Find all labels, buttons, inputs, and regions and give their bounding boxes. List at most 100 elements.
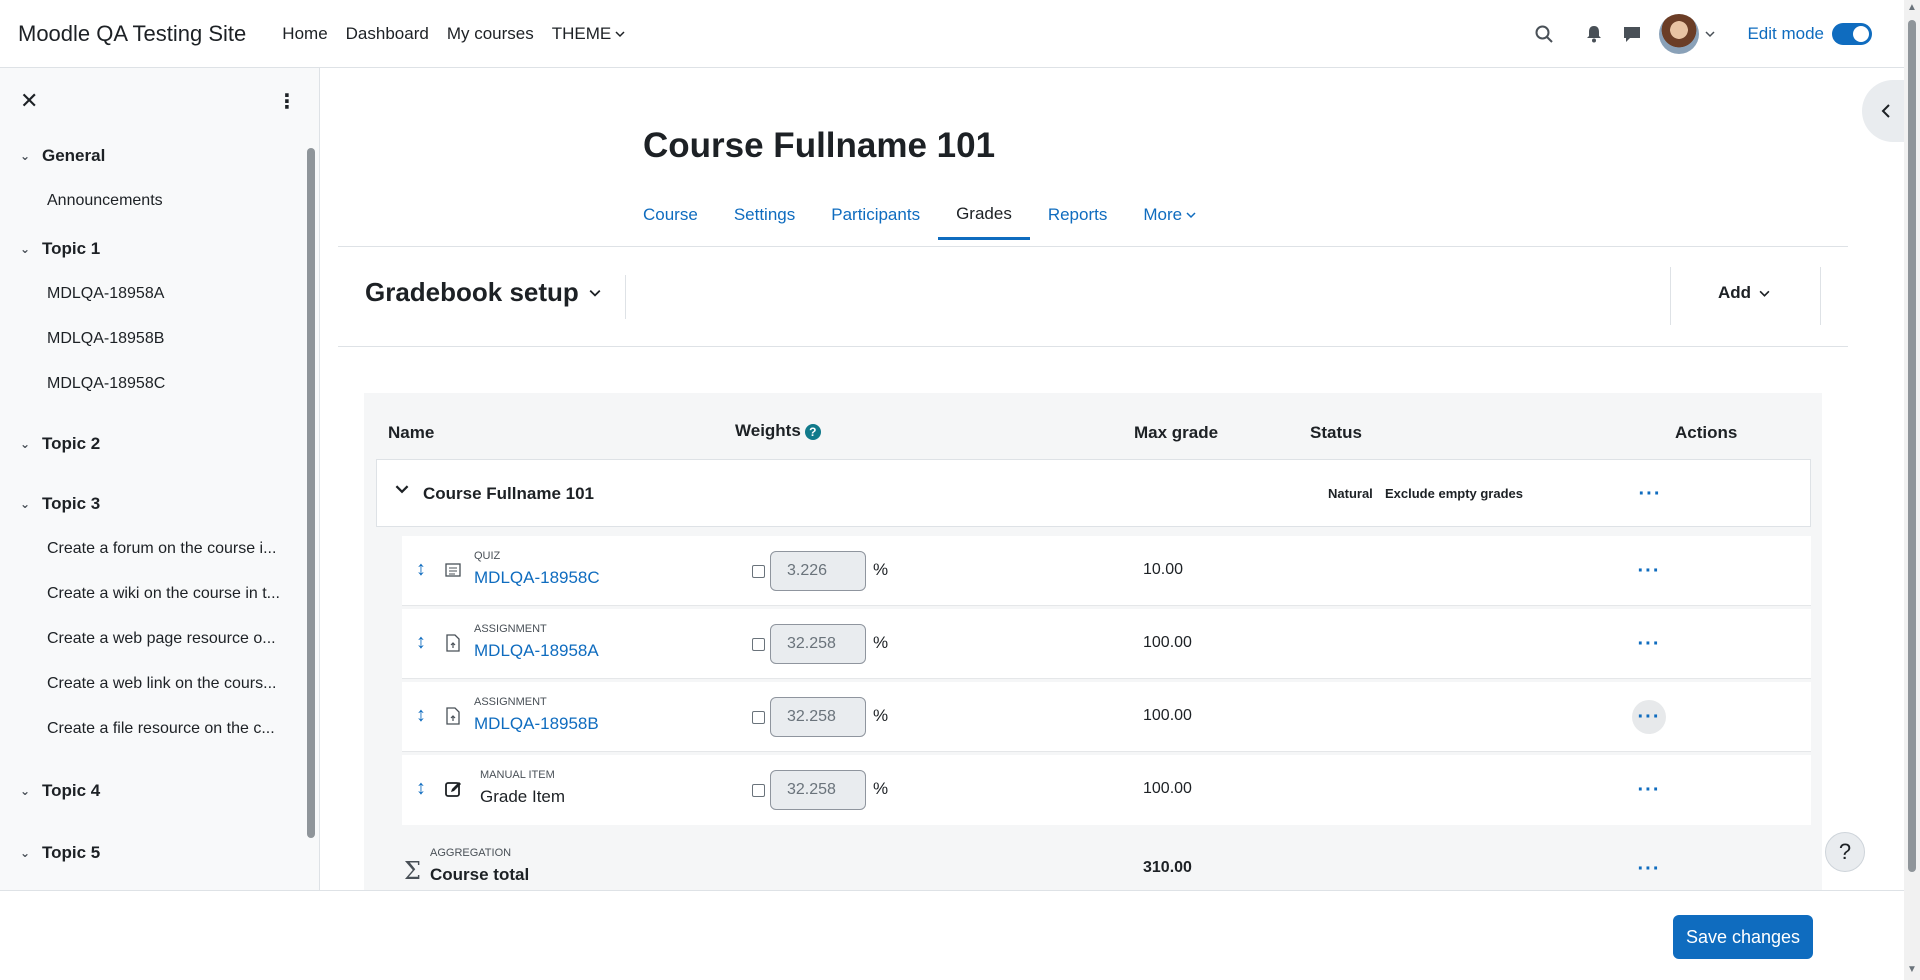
weight-override-checkbox[interactable] bbox=[752, 638, 765, 651]
nav-theme-menu[interactable]: THEME bbox=[552, 24, 626, 44]
move-icon[interactable]: ↕ bbox=[416, 704, 426, 727]
section-header[interactable]: ⌄ Topic 3 bbox=[20, 482, 319, 526]
help-icon[interactable]: ? bbox=[804, 423, 821, 440]
grade-item-link[interactable]: MDLQA-18958C bbox=[474, 568, 600, 588]
move-icon[interactable]: ↕ bbox=[416, 631, 426, 654]
kebab-menu-icon[interactable]: ⋮ bbox=[277, 89, 297, 114]
move-icon[interactable]: ↕ bbox=[416, 558, 426, 581]
drawer-item[interactable]: MDLQA-18958B bbox=[20, 316, 292, 361]
section-title: Topic 2 bbox=[42, 434, 101, 453]
drawer-item[interactable]: Create a wiki on the course in t... bbox=[20, 571, 292, 616]
actions-menu-icon[interactable]: ··· bbox=[1632, 852, 1666, 886]
page-scrollbar[interactable]: ▲ ▼ bbox=[1904, 0, 1920, 980]
user-menu-chevron-icon[interactable] bbox=[1699, 23, 1721, 45]
chevron-down-icon[interactable]: ⌄ bbox=[20, 242, 34, 256]
edit-mode-label: Edit mode bbox=[1747, 24, 1824, 43]
chevron-down-icon[interactable] bbox=[395, 482, 409, 496]
drawer-item[interactable]: Create a file resource on the c... bbox=[20, 706, 292, 751]
weight-input[interactable]: 3.226 bbox=[770, 551, 866, 591]
chevron-down-icon[interactable]: ⌄ bbox=[20, 784, 34, 798]
nav-dashboard[interactable]: Dashboard bbox=[346, 24, 429, 44]
section-title: Topic 1 bbox=[42, 239, 101, 258]
scrollbar-thumb[interactable] bbox=[307, 148, 315, 838]
drawer-section-topic-1: ⌄ Topic 1 MDLQA-18958A MDLQA-18958B MDLQ… bbox=[20, 227, 319, 406]
edit-mode-toggle[interactable] bbox=[1832, 23, 1872, 45]
max-grade-value: 100.00 bbox=[1143, 634, 1192, 651]
secondary-navigation: Course Settings Participants Grades Repo… bbox=[643, 190, 1214, 240]
save-changes-button[interactable]: Save changes bbox=[1673, 915, 1813, 959]
nav-home[interactable]: Home bbox=[282, 24, 327, 44]
category-row: Course Fullname 101 Natural Exclude empt… bbox=[376, 459, 1811, 527]
section-header[interactable]: ⌄ General bbox=[20, 134, 319, 178]
section-header[interactable]: ⌄ Topic 4 bbox=[20, 769, 319, 813]
drawer-item[interactable]: MDLQA-18958C bbox=[20, 361, 292, 406]
close-icon[interactable]: ✕ bbox=[20, 88, 38, 114]
nav-my-courses[interactable]: My courses bbox=[447, 24, 534, 44]
drawer-scrollbar[interactable] bbox=[307, 148, 315, 848]
section-header[interactable]: ⌄ Topic 5 bbox=[20, 831, 319, 875]
scroll-up-arrow-icon[interactable]: ▲ bbox=[1907, 2, 1917, 13]
chevron-down-icon bbox=[589, 289, 601, 297]
chevron-down-icon bbox=[1759, 290, 1770, 297]
add-button[interactable]: Add bbox=[1718, 283, 1770, 303]
tab-reports[interactable]: Reports bbox=[1030, 190, 1126, 240]
drawer-item[interactable]: Create a web link on the cours... bbox=[20, 661, 292, 706]
actions-menu-icon[interactable]: ··· bbox=[1633, 477, 1667, 511]
tab-settings[interactable]: Settings bbox=[716, 190, 813, 240]
chevron-down-icon[interactable]: ⌄ bbox=[20, 846, 34, 860]
drawer-header: ✕ ⋮ bbox=[0, 68, 319, 134]
site-brand[interactable]: Moodle QA Testing Site bbox=[18, 21, 246, 47]
scrollbar-thumb[interactable] bbox=[1908, 20, 1916, 872]
scroll-down-arrow-icon[interactable]: ▼ bbox=[1907, 964, 1917, 975]
actions-menu-icon[interactable]: ··· bbox=[1632, 773, 1666, 807]
actions-menu-icon[interactable]: ··· bbox=[1632, 554, 1666, 588]
grade-item-link[interactable]: MDLQA-18958B bbox=[474, 714, 599, 734]
actions-menu-icon[interactable]: ··· bbox=[1632, 700, 1666, 734]
move-icon[interactable]: ↕ bbox=[416, 777, 426, 800]
gradebook-setup-menu[interactable]: Gradebook setup bbox=[365, 277, 601, 308]
sigma-icon: Σ bbox=[404, 857, 421, 885]
weight-override-checkbox[interactable] bbox=[752, 784, 765, 797]
tab-participants[interactable]: Participants bbox=[813, 190, 938, 240]
percent-symbol: % bbox=[873, 706, 889, 725]
grade-item-name: Grade Item bbox=[480, 787, 566, 806]
divider bbox=[1670, 267, 1671, 325]
tab-grades[interactable]: Grades bbox=[938, 190, 1030, 240]
drawer-item[interactable]: Create a web page resource o... bbox=[20, 616, 292, 661]
drawer-item[interactable]: Create a forum on the course i... bbox=[20, 526, 292, 571]
item-type: ASSIGNMENT bbox=[474, 696, 547, 708]
page-title: Course Fullname 101 bbox=[643, 126, 996, 165]
drawer-item-announcements[interactable]: Announcements bbox=[20, 178, 292, 223]
header-weights: Weights? bbox=[735, 421, 821, 441]
item-type: ASSIGNMENT bbox=[474, 623, 547, 635]
weight-input[interactable]: 32.258 bbox=[770, 624, 866, 664]
grade-item-row: ↕ ASSIGNMENT MDLQA-18958A 32.258 % 100.0… bbox=[402, 609, 1811, 679]
tab-more[interactable]: More bbox=[1125, 190, 1214, 240]
chat-icon[interactable] bbox=[1621, 23, 1643, 45]
divider bbox=[625, 275, 626, 319]
chevron-down-icon[interactable]: ⌄ bbox=[20, 149, 34, 163]
weight-input[interactable]: 32.258 bbox=[770, 770, 866, 810]
bell-icon[interactable] bbox=[1583, 23, 1605, 45]
weight-input[interactable]: 32.258 bbox=[770, 697, 866, 737]
tab-more-label: More bbox=[1143, 205, 1183, 224]
tab-course[interactable]: Course bbox=[643, 190, 716, 240]
search-icon[interactable] bbox=[1533, 23, 1555, 45]
drawer-item[interactable]: MDLQA-18958A bbox=[20, 271, 292, 316]
gradebook-table: Name Weights? Max grade Status Actions C… bbox=[364, 393, 1822, 893]
header-actions: Actions bbox=[1675, 423, 1738, 442]
section-header[interactable]: ⌄ Topic 1 bbox=[20, 227, 319, 271]
chevron-down-icon[interactable]: ⌄ bbox=[20, 437, 34, 451]
grade-item-link[interactable]: MDLQA-18958A bbox=[474, 641, 599, 661]
weight-override-checkbox[interactable] bbox=[752, 565, 765, 578]
chevron-down-icon[interactable]: ⌄ bbox=[20, 497, 34, 511]
gradebook-setup-title: Gradebook setup bbox=[365, 277, 579, 307]
help-button[interactable]: ? bbox=[1825, 832, 1865, 872]
weight-override-checkbox[interactable] bbox=[752, 711, 765, 724]
section-header[interactable]: ⌄ Topic 2 bbox=[20, 422, 319, 466]
header-max-grade: Max grade bbox=[1134, 423, 1219, 442]
actions-menu-icon[interactable]: ··· bbox=[1632, 627, 1666, 661]
grade-item-row: ↕ QUIZ MDLQA-18958C 3.226 % 10.00 ··· bbox=[402, 536, 1811, 606]
max-grade-value: 10.00 bbox=[1143, 561, 1184, 578]
avatar[interactable] bbox=[1659, 14, 1700, 54]
